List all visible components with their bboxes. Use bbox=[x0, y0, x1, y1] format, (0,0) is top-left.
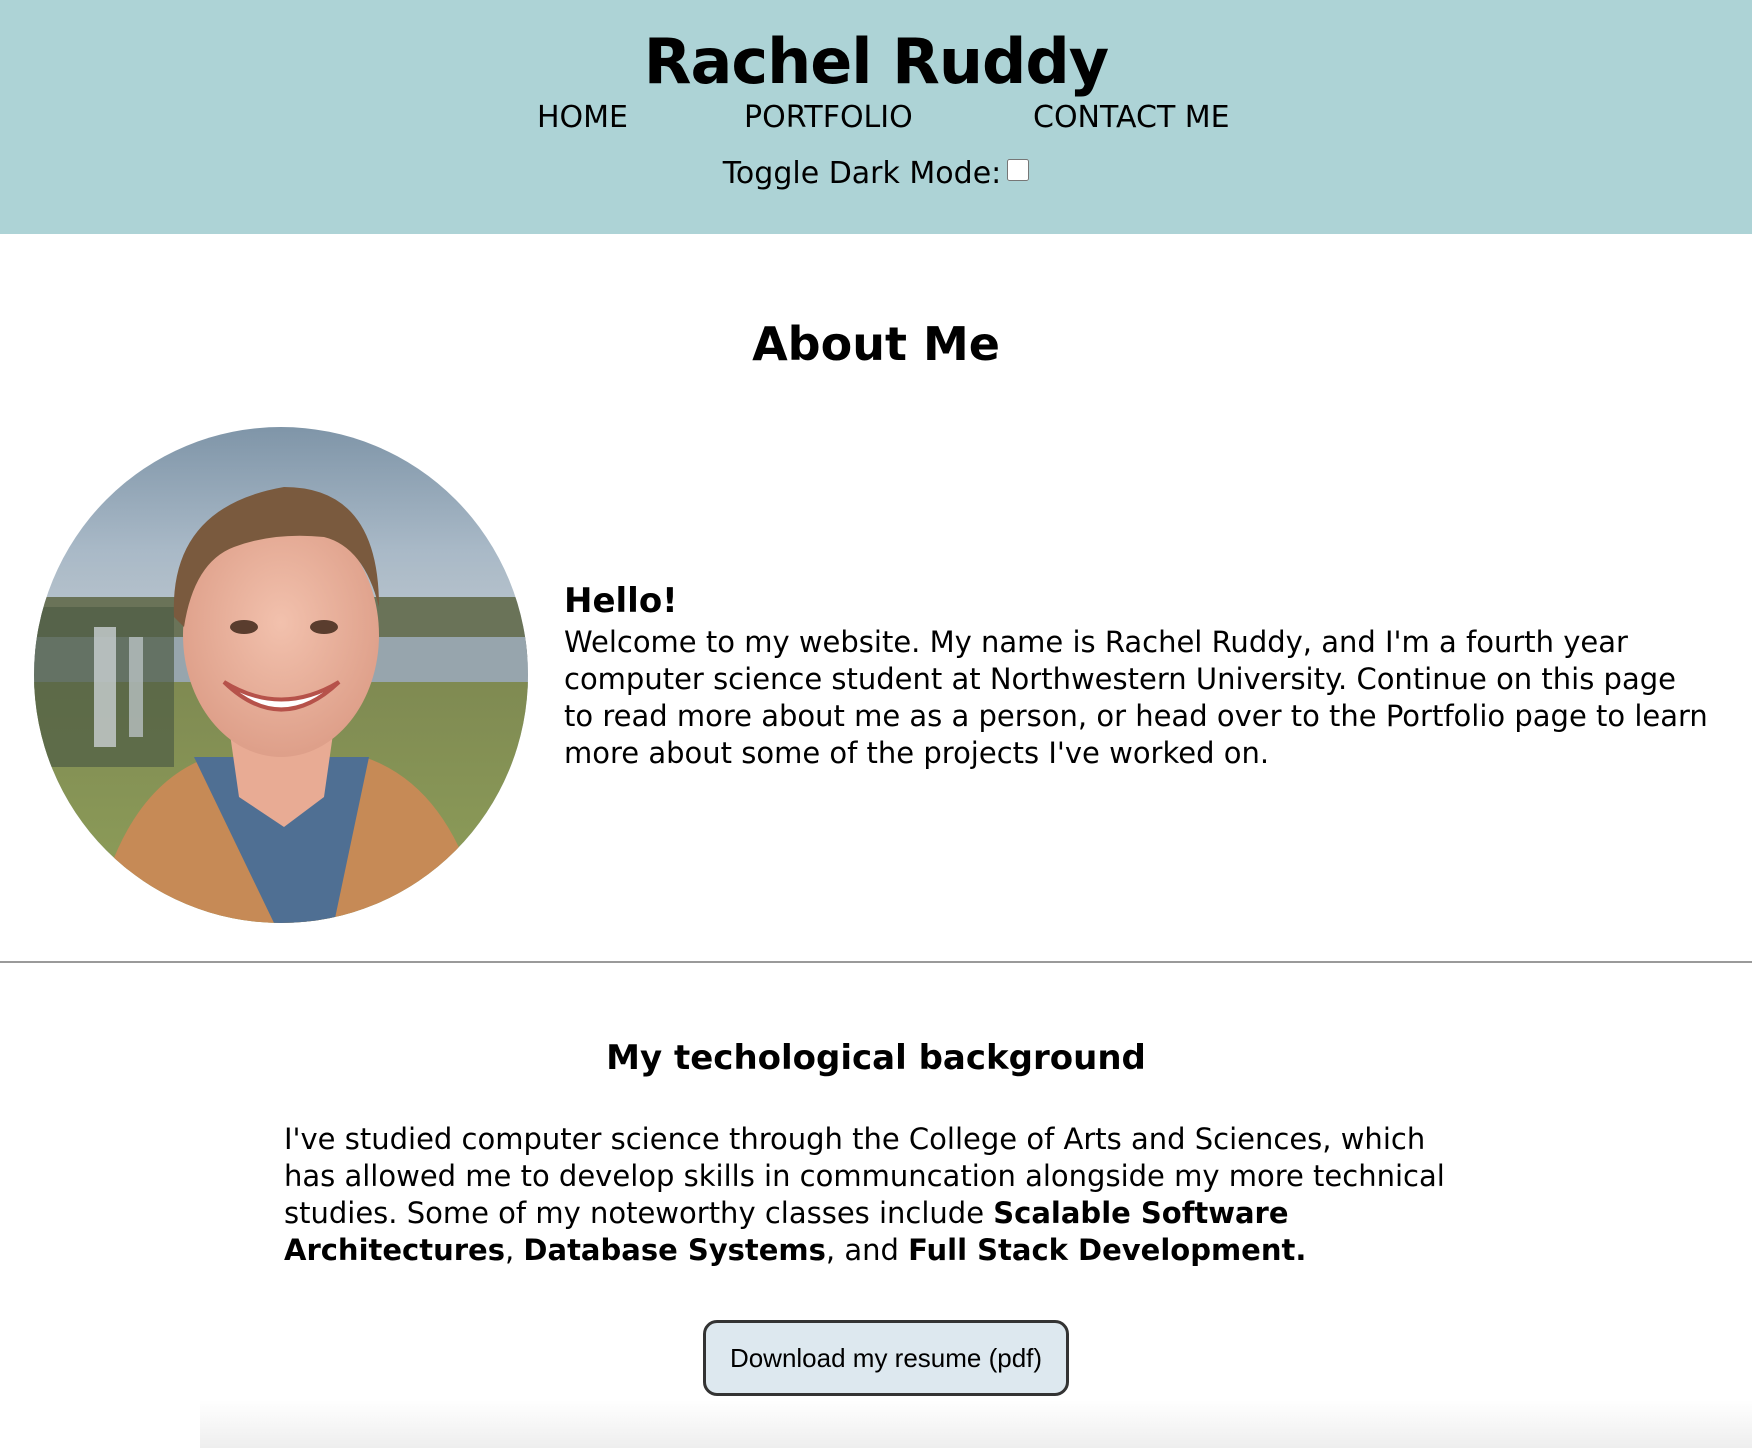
nav-contact-link[interactable]: CONTACT ME bbox=[1033, 100, 1230, 136]
about-title: About Me bbox=[752, 317, 1000, 371]
nav-home-link[interactable]: HOME bbox=[537, 100, 628, 136]
class-full-stack: Full Stack Development. bbox=[908, 1233, 1307, 1267]
intro-paragraph: Welcome to my website. My name is Rachel… bbox=[564, 625, 1708, 770]
site-title: Rachel Ruddy bbox=[643, 25, 1109, 98]
background-paragraph: I've studied computer science through th… bbox=[284, 1121, 1484, 1269]
profile-photo bbox=[34, 427, 528, 923]
download-resume-button[interactable]: Download my resume (pdf) bbox=[703, 1320, 1069, 1396]
dark-mode-toggle-row: Toggle Dark Mode: bbox=[0, 154, 1752, 194]
background-title: My techological background bbox=[606, 1038, 1146, 1078]
dark-mode-label: Toggle Dark Mode: bbox=[722, 156, 1002, 191]
separator: , bbox=[504, 1233, 524, 1267]
site-header: Rachel Ruddy HOME PORTFOLIO CONTACT ME T… bbox=[0, 0, 1752, 234]
separator: , and bbox=[825, 1233, 909, 1267]
intro-section: Hello! Welcome to my website. My name is… bbox=[564, 578, 1714, 772]
greeting-heading: Hello! bbox=[564, 581, 678, 621]
nav-portfolio-link[interactable]: PORTFOLIO bbox=[744, 100, 913, 136]
dark-mode-checkbox[interactable] bbox=[1007, 159, 1030, 181]
bottom-shadow bbox=[200, 1400, 1752, 1448]
class-database-systems: Database Systems bbox=[523, 1233, 826, 1267]
section-divider bbox=[0, 961, 1752, 963]
